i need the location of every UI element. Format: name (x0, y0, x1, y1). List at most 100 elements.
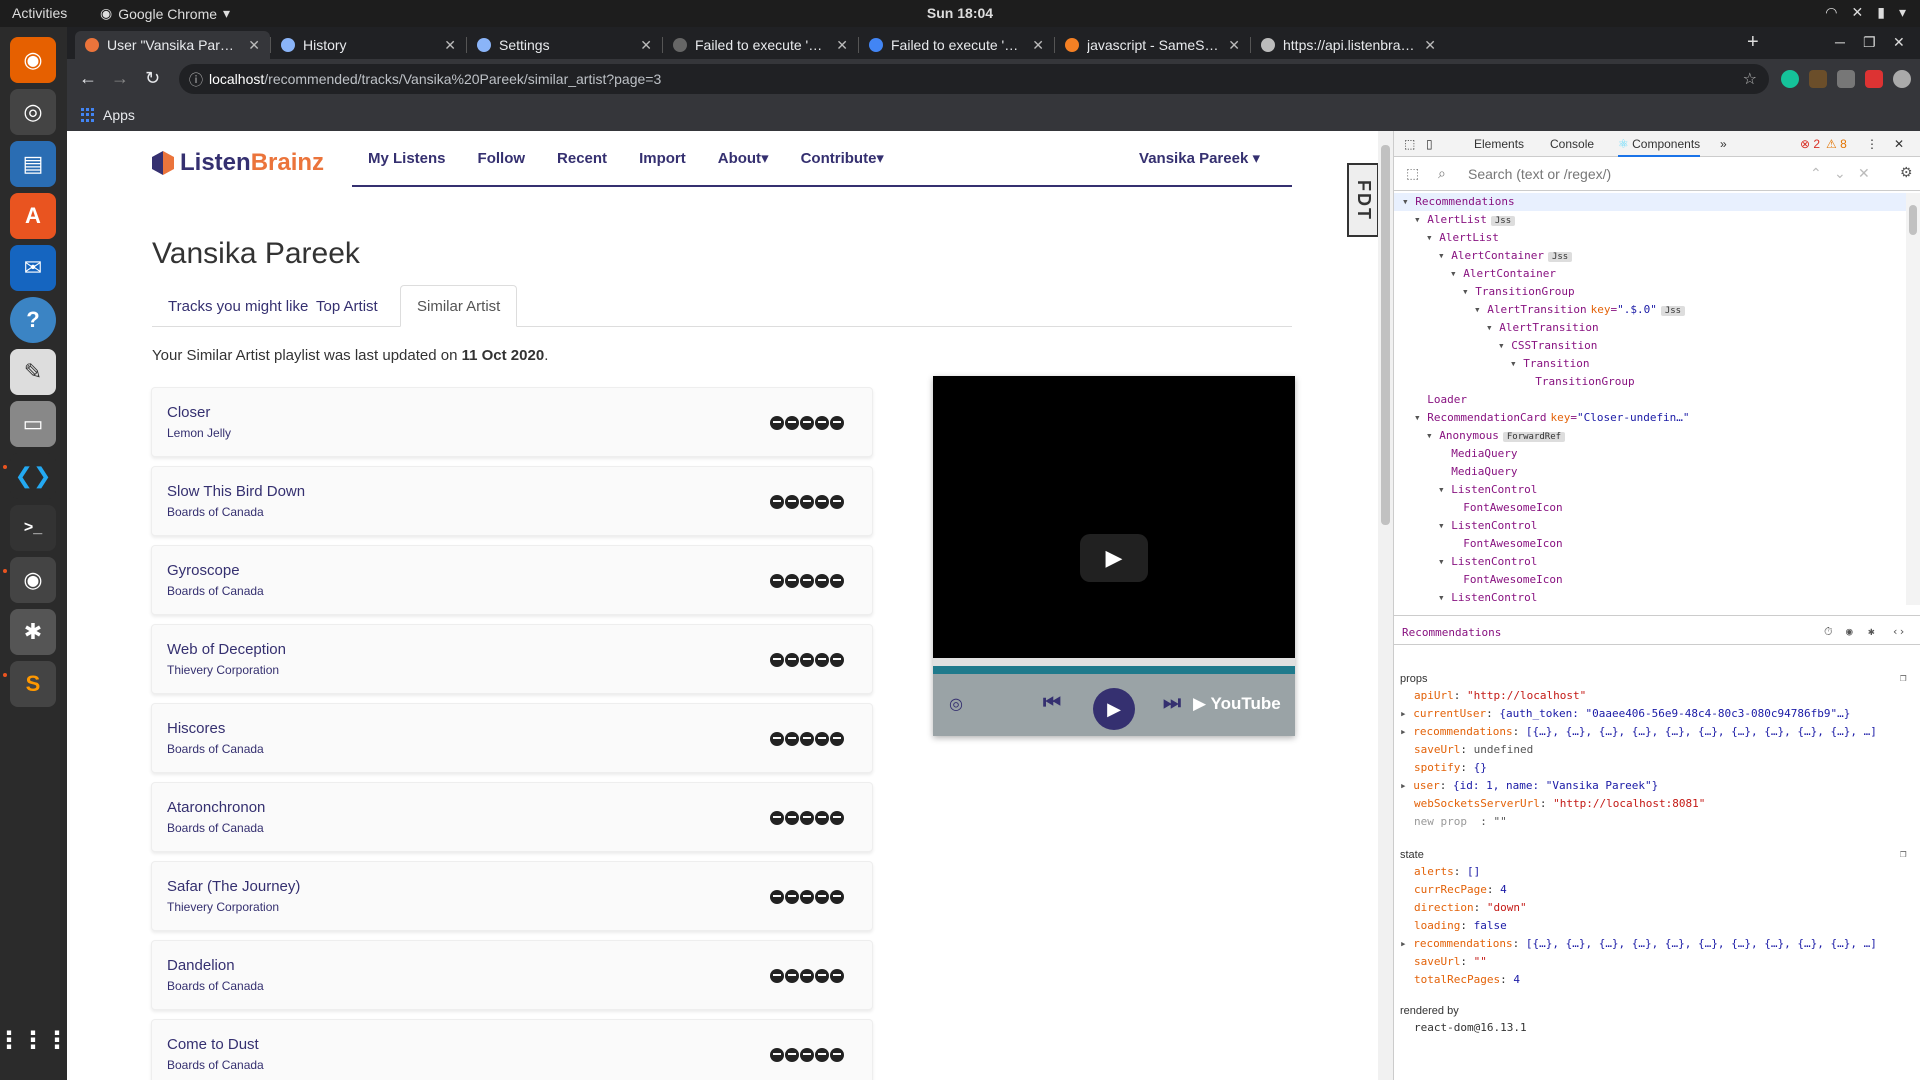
track-artist[interactable]: Thievery Corporation (167, 663, 279, 677)
track-name[interactable]: Closer (167, 404, 210, 421)
text-editor-icon[interactable]: ✎ (10, 349, 56, 395)
close-devtools-icon[interactable]: ✕ (1894, 137, 1904, 151)
tree-node[interactable]: ▾ Recommendations (1394, 193, 1906, 211)
prop-value[interactable]: [] (1467, 865, 1480, 878)
prop-row[interactable]: totalRecPages: 4 (1414, 971, 1520, 989)
track-artist[interactable]: Boards of Canada (167, 742, 264, 756)
hate-icon[interactable] (830, 416, 844, 430)
recommendation-card[interactable]: Dandelion Boards of Canada (151, 940, 873, 1010)
prop-row[interactable]: new prop : "" (1414, 813, 1507, 831)
expand-caret-icon[interactable]: ▾ (1438, 483, 1451, 496)
tree-node[interactable]: FontAwesomeIcon (1394, 499, 1906, 517)
tree-node[interactable]: ▾ Transition (1394, 355, 1906, 373)
prop-row[interactable]: ▸ user: {id: 1, name: "Vansika Pareek"} (1400, 777, 1658, 795)
tree-node[interactable]: ▾ ListenControl (1394, 589, 1906, 605)
expand-caret-icon[interactable]: ▾ (1474, 303, 1487, 316)
track-artist[interactable]: Thievery Corporation (167, 900, 279, 914)
view-source-icon[interactable]: ‹› (1892, 625, 1905, 638)
close-tab-icon[interactable]: ✕ (248, 37, 260, 54)
tree-node[interactable]: ▾ CSSTransition (1394, 337, 1906, 355)
more-tabs-icon[interactable]: » (1720, 137, 1727, 151)
browser-tab[interactable]: javascript - SameSite warning ✕ (1055, 31, 1250, 59)
love-icon[interactable] (770, 732, 784, 746)
tree-node[interactable]: ▾ AlertContainer Jss (1394, 247, 1906, 265)
love-icon[interactable] (770, 811, 784, 825)
close-tab-icon[interactable]: ✕ (1424, 37, 1436, 54)
tree-node[interactable]: ▾ ListenControl (1394, 517, 1906, 535)
expand-caret-icon[interactable]: ▾ (1402, 195, 1415, 208)
expand-caret-icon[interactable]: ▾ (1438, 591, 1451, 604)
expand-caret-icon[interactable]: ▾ (1426, 429, 1439, 442)
tree-scrollbar[interactable] (1906, 193, 1920, 605)
profile-avatar[interactable] (1893, 70, 1911, 88)
expand-caret-icon[interactable]: ▸ (1400, 725, 1413, 738)
browser-tab[interactable]: Failed to execute 'postMessage' ✕ (663, 31, 858, 59)
progress-track[interactable] (933, 658, 1295, 666)
browser-tab[interactable]: History ✕ (271, 31, 466, 59)
page-scrollbar-thumb[interactable] (1381, 145, 1390, 525)
search-prev-icon[interactable]: ⌃ (1810, 165, 1822, 182)
neutral-icon[interactable] (800, 416, 814, 430)
like-icon[interactable] (785, 416, 799, 430)
close-tab-icon[interactable]: ✕ (1032, 37, 1044, 54)
tree-node[interactable]: ▾ AlertList Jss (1394, 211, 1906, 229)
prop-value[interactable]: "" (1474, 955, 1487, 968)
expand-caret-icon[interactable]: ▾ (1414, 213, 1427, 226)
track-artist[interactable]: Boards of Canada (167, 584, 264, 598)
settings-gear-icon[interactable]: ⚙ (1900, 164, 1913, 181)
reload-button[interactable]: ↻ (145, 68, 160, 89)
hate-icon[interactable] (830, 574, 844, 588)
prop-row[interactable]: saveUrl: undefined (1414, 741, 1533, 759)
rhythmbox-icon[interactable]: ◎ (10, 89, 56, 135)
prop-value[interactable]: undefined (1474, 743, 1534, 756)
neutral-icon[interactable] (800, 811, 814, 825)
eye-icon[interactable]: ◉ (1846, 625, 1853, 638)
track-artist[interactable]: Boards of Canada (167, 1058, 264, 1072)
track-name[interactable]: Web of Deception (167, 641, 286, 658)
hate-icon[interactable] (830, 890, 844, 904)
grammarly-extension-icon[interactable] (1781, 70, 1799, 88)
tree-node[interactable]: FontAwesomeIcon (1394, 535, 1906, 553)
expand-caret-icon[interactable]: ▸ (1400, 779, 1413, 792)
tree-node[interactable]: MediaQuery (1394, 463, 1906, 481)
settings-icon[interactable]: ✱ (10, 609, 56, 655)
hate-icon[interactable] (830, 811, 844, 825)
video-play-button[interactable]: ▶ (1080, 534, 1148, 582)
recommendation-card[interactable]: Slow This Bird Down Boards of Canada (151, 466, 873, 536)
tree-node[interactable]: ▾ AlertList (1394, 229, 1906, 247)
device-toolbar-icon[interactable]: ▯ (1426, 137, 1433, 151)
tree-node[interactable]: ▾ ListenControl (1394, 553, 1906, 571)
prop-row[interactable]: currRecPage: 4 (1414, 881, 1507, 899)
sublime-icon[interactable]: S (10, 661, 56, 707)
dislike-icon[interactable] (815, 890, 829, 904)
bug-icon[interactable]: ✱ (1868, 625, 1875, 638)
like-icon[interactable] (785, 732, 799, 746)
help-icon[interactable]: ? (10, 297, 56, 343)
expand-caret-icon[interactable]: ▾ (1450, 267, 1463, 280)
forward-button[interactable]: → (111, 68, 129, 89)
next-track-button[interactable]: ⏭ (1163, 692, 1181, 715)
expand-caret-icon[interactable]: ▸ (1400, 707, 1413, 720)
hate-icon[interactable] (830, 495, 844, 509)
track-name[interactable]: Dandelion (167, 957, 235, 974)
copy-props-icon[interactable]: ❐ (1900, 671, 1907, 684)
track-artist[interactable]: Lemon Jelly (167, 426, 231, 440)
show-apps-icon[interactable]: ⋮⋮⋮ (0, 1017, 69, 1063)
clock[interactable]: Sun 18:04 (0, 5, 1920, 21)
tree-node[interactable]: FontAwesomeIcon (1394, 571, 1906, 589)
listenbrainz-logo[interactable]: Listen Brainz (152, 149, 324, 177)
bookmark-star-icon[interactable]: ☆ (1743, 69, 1757, 89)
tree-node[interactable]: TransitionGroup (1394, 373, 1906, 391)
chrome-menu-icon[interactable]: ⋮ (1913, 68, 1920, 88)
track-artist[interactable]: Boards of Canada (167, 505, 264, 519)
track-name[interactable]: Come to Dust (167, 1036, 259, 1053)
like-icon[interactable] (785, 1048, 799, 1062)
close-window-button[interactable]: ✕ (1893, 34, 1905, 51)
recommendation-card[interactable]: Gyroscope Boards of Canada (151, 545, 873, 615)
tab-components[interactable]: ⚛ Components (1618, 137, 1701, 157)
prop-row[interactable]: apiUrl: "http://localhost" (1414, 687, 1586, 705)
hate-icon[interactable] (830, 732, 844, 746)
track-name[interactable]: Gyroscope (167, 562, 240, 579)
thunderbird-icon[interactable]: ✉ (10, 245, 56, 291)
search-input[interactable]: Search (text or /regex/) (1468, 166, 1611, 182)
